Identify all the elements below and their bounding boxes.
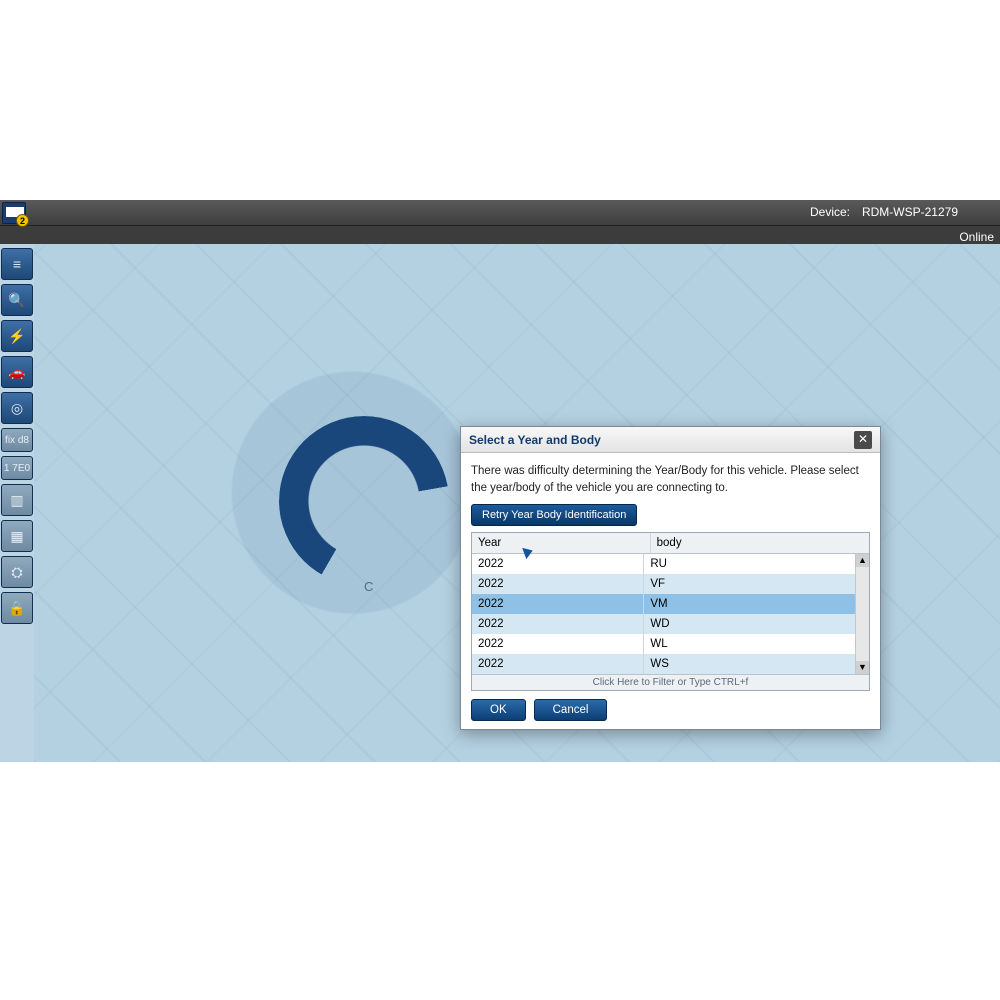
cell-year: 2022 — [472, 614, 644, 634]
notifications-icon[interactable]: 2 — [2, 202, 26, 224]
table-row[interactable]: 2022VM — [472, 594, 869, 614]
device-name: RDM-WSP-21279 — [862, 205, 958, 219]
cell-year: 2022 — [472, 554, 644, 574]
cell-year: 2022 — [472, 574, 644, 594]
retry-button[interactable]: Retry Year Body Identification — [471, 504, 637, 526]
menu-icon[interactable]: ≡ — [1, 248, 33, 280]
radar-icon[interactable]: ◎ — [1, 392, 33, 424]
table-row[interactable]: 2022WD — [472, 614, 869, 634]
cancel-button[interactable]: Cancel — [534, 699, 608, 721]
cell-year: 2022 — [472, 594, 644, 614]
tools-icon[interactable]: ⛭ — [1, 556, 33, 588]
grid-icon[interactable]: ▦ — [1, 520, 33, 552]
cell-body: WS — [644, 654, 855, 674]
grid-header: Year body — [472, 533, 869, 554]
app-stage: 2 Device: RDM-WSP-21279 Online ≡ 🔍 ⚡ 🚗 ◎ fix … — [0, 200, 1000, 762]
scroll-up-icon[interactable]: ▲ — [856, 554, 869, 567]
close-icon[interactable]: ✕ — [854, 431, 872, 449]
title-bar: 2 Device: RDM-WSP-21279 — [0, 200, 1000, 226]
brand-subtitle: C — [364, 579, 373, 594]
sidebar: ≡ 🔍 ⚡ 🚗 ◎ fix d8 1 7E0 ▥ ▦ ⛭ 🔒 — [0, 244, 34, 762]
dialog-body: There was difficulty determining the Yea… — [461, 453, 880, 729]
table-row[interactable]: 2022RU — [472, 554, 869, 574]
code-chip-2[interactable]: 1 7E0 — [1, 456, 33, 480]
column-header-year[interactable]: Year — [472, 533, 651, 553]
columns-icon[interactable]: ▥ — [1, 484, 33, 516]
notification-badge: 2 — [16, 214, 29, 227]
dialog-message: There was difficulty determining the Yea… — [471, 463, 870, 496]
cell-body: RU — [644, 554, 855, 574]
year-body-grid: Year body 2022RU2022VF2022VM2022WD2022WL… — [471, 532, 870, 691]
main-panel: C Select a Year and Body ✕ There was dif… — [34, 244, 1000, 762]
lock-icon[interactable]: 🔒 — [1, 592, 33, 624]
scroll-down-icon[interactable]: ▼ — [856, 661, 869, 674]
search-icon[interactable]: 🔍 — [1, 284, 33, 316]
table-row[interactable]: 2022WS — [472, 654, 869, 674]
dialog-actions: OK Cancel — [471, 699, 870, 721]
table-row[interactable]: 2022VF — [472, 574, 869, 594]
cell-body: WL — [644, 634, 855, 654]
year-body-dialog: Select a Year and Body ✕ There was diffi… — [460, 426, 881, 730]
vehicle-icon[interactable]: 🚗 — [1, 356, 33, 388]
grid-body: 2022RU2022VF2022VM2022WD2022WL2022WS ▲ ▼ — [472, 554, 869, 674]
cell-year: 2022 — [472, 634, 644, 654]
ok-button[interactable]: OK — [471, 699, 526, 721]
brand-logo-icon — [279, 416, 449, 586]
cell-year: 2022 — [472, 654, 644, 674]
column-header-body[interactable]: body — [651, 533, 869, 553]
flash-icon[interactable]: ⚡ — [1, 320, 33, 352]
dialog-titlebar: Select a Year and Body ✕ — [461, 427, 880, 453]
code-chip-1[interactable]: fix d8 — [1, 428, 33, 452]
dialog-title: Select a Year and Body — [469, 433, 601, 447]
scrollbar[interactable]: ▲ ▼ — [855, 554, 869, 674]
cell-body: WD — [644, 614, 855, 634]
cell-body: VF — [644, 574, 855, 594]
connection-status: Online — [959, 230, 994, 244]
cell-body: VM — [644, 594, 855, 614]
table-row[interactable]: 2022WL — [472, 634, 869, 654]
grid-filter-hint[interactable]: Click Here to Filter or Type CTRL+f — [472, 674, 869, 690]
device-label: Device: — [810, 205, 850, 219]
